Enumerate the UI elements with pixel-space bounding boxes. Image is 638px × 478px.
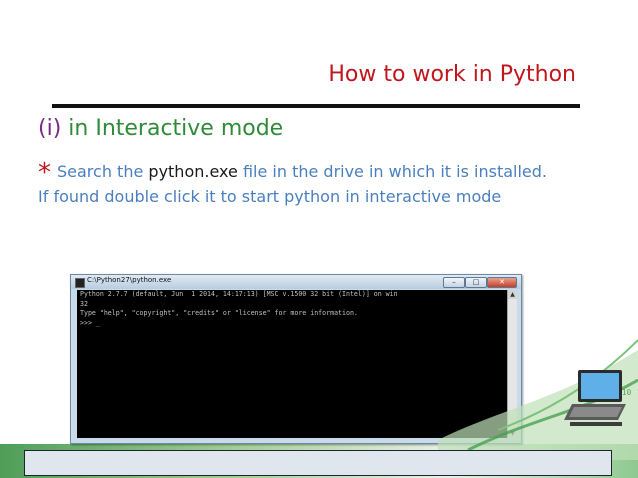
console-app-icon: [75, 278, 85, 288]
close-button[interactable]: ✕: [487, 277, 517, 288]
console-line-2: 32: [80, 299, 88, 308]
line1-pre: Search the: [57, 162, 144, 181]
instruction-line-1: * Search the python.exe file in the drive…: [38, 158, 598, 188]
bottom-bar: [24, 450, 612, 476]
bullet-star: *: [38, 158, 51, 188]
title-underline: [52, 104, 580, 108]
console-titlebar[interactable]: C:\Python27\python.exe – □ ✕: [71, 275, 521, 289]
console-window-title: C:\Python27\python.exe: [87, 276, 172, 284]
python-exe-filename: python.exe: [148, 162, 238, 181]
minimize-button[interactable]: –: [443, 277, 465, 288]
section-heading: (i) in Interactive mode: [38, 116, 283, 141]
scroll-up-arrow-icon[interactable]: ▲: [508, 290, 517, 299]
heading-number: (i): [38, 116, 62, 141]
console-line-3: Type "help", "copyright", "credits" or "…: [80, 309, 358, 318]
maximize-button[interactable]: □: [465, 277, 487, 288]
line1-post: file in the drive in which it is install…: [242, 162, 547, 181]
instruction-text: * Search the python.exe file in the drive…: [38, 160, 598, 209]
laptop-icon: [564, 370, 626, 426]
heading-text: in Interactive mode: [68, 116, 284, 141]
console-line-1: Python 2.7.7 (default, Jun 1 2014, 14:17…: [80, 290, 398, 298]
instruction-line-2: If found double click it to start python…: [38, 187, 502, 206]
slide-title: How to work in Python: [328, 62, 576, 87]
